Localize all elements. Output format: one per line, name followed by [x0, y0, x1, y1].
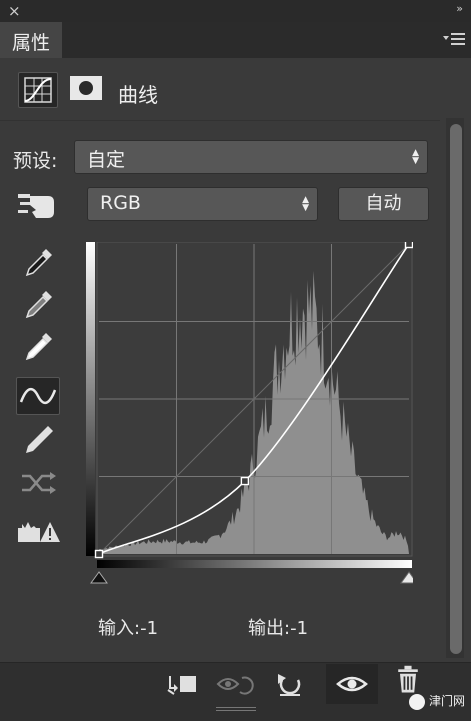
panel-tab-row: 属性 [0, 22, 471, 58]
pencil-draw-icon [26, 426, 53, 453]
header-divider [0, 120, 440, 121]
auto-button[interactable]: 自动 [338, 187, 429, 221]
black-point-slider[interactable] [90, 571, 108, 584]
watermark-text: 津门网 [428, 694, 465, 708]
tab-properties[interactable]: 属性 [0, 22, 62, 58]
curves-adjustment-button[interactable] [18, 72, 58, 108]
input-gradient-bar [97, 560, 412, 568]
preset-label: 预设: [13, 150, 58, 172]
view-previous-icon[interactable] [214, 668, 254, 700]
smooth-curve-button[interactable] [16, 464, 60, 500]
output-value: -1 [290, 618, 309, 639]
on-image-adjust-icon[interactable] [14, 188, 60, 222]
close-panel-button[interactable]: × [8, 2, 21, 20]
curve-control-point[interactable] [404, 242, 413, 249]
output-gradient-bar [86, 242, 95, 556]
panel-menu-icon[interactable] [441, 29, 467, 49]
resize-grip[interactable] [216, 706, 256, 712]
visibility-eye-icon [336, 676, 368, 692]
curves-graph[interactable] [86, 242, 413, 586]
channel-value: RGB [100, 192, 141, 214]
watermark-logo-icon [408, 693, 425, 710]
sample-white-eyedropper-icon [25, 333, 52, 361]
adjustment-title: 曲线 [118, 83, 158, 107]
reset-icon[interactable] [270, 668, 310, 700]
panel-title-bar [0, 0, 471, 22]
output-readout: 输出:-1 [248, 614, 308, 640]
curve-control-point[interactable] [94, 549, 104, 559]
curve-point-icon [19, 388, 57, 404]
pencil-draw-tool[interactable] [16, 420, 60, 456]
layer-mask-icon[interactable] [68, 72, 104, 104]
visibility-toggle[interactable] [326, 664, 378, 704]
input-readout: 输入:-1 [98, 614, 158, 640]
input-value: -1 [140, 618, 159, 639]
tab-properties-label: 属性 [12, 32, 51, 54]
sample-gray-button[interactable] [16, 286, 60, 322]
clip-to-layer-icon[interactable] [162, 668, 202, 700]
output-label: 输出: [248, 618, 291, 639]
sample-gray-eyedropper-icon [25, 291, 52, 319]
curve-control-point[interactable] [240, 476, 250, 486]
channel-select[interactable]: RGB ▲ ▼ [87, 187, 318, 221]
smooth-curve-icon [22, 472, 56, 494]
collapse-panel-button[interactable]: » [456, 2, 463, 15]
preset-select[interactable]: 自定 ▲ ▼ [74, 140, 428, 174]
preset-value: 自定 [87, 149, 126, 171]
white-point-slider[interactable] [400, 571, 413, 584]
watermark: 津门网 [408, 692, 465, 710]
input-label: 输入: [98, 618, 141, 639]
sample-white-button[interactable] [16, 328, 60, 364]
sample-black-eyedropper-icon [25, 249, 52, 277]
sample-black-button[interactable] [16, 244, 60, 280]
channel-updown-icon: ▲ ▼ [302, 195, 309, 213]
curves-adjustment-icon [24, 77, 52, 103]
clipping-warning-icon [18, 522, 60, 542]
preset-updown-icon: ▲ ▼ [412, 148, 419, 166]
curve-point-tool[interactable] [16, 377, 60, 415]
clipping-warning-button[interactable] [16, 514, 62, 550]
scrollbar-thumb[interactable] [450, 124, 462, 654]
